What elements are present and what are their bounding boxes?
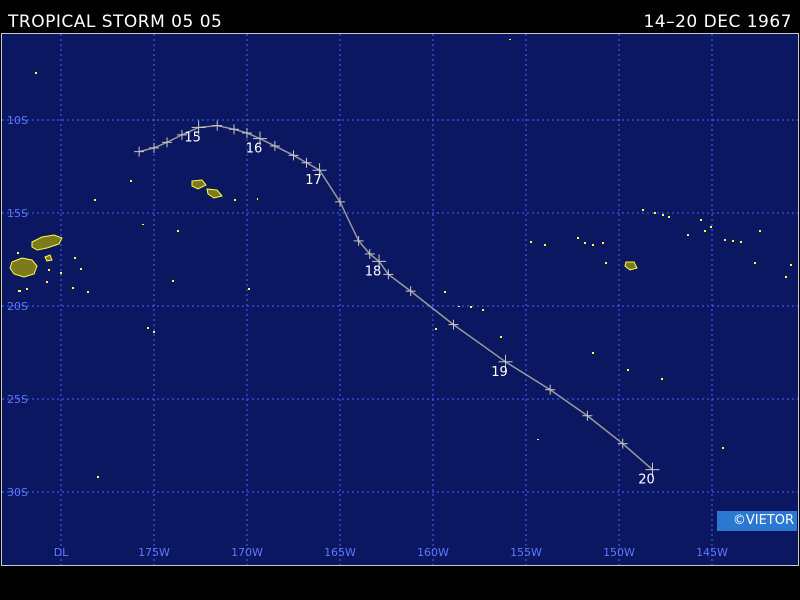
land-samoa-savaii: [191, 179, 207, 190]
day-label: 20: [638, 473, 655, 488]
day-label: 19: [491, 365, 508, 380]
track-position-marker: [288, 150, 299, 161]
day-label: 16: [246, 142, 263, 157]
track-position-marker: [269, 141, 280, 152]
lon-label: DL: [54, 546, 69, 559]
track-position-marker: [228, 124, 239, 135]
lon-label: 160W: [417, 546, 449, 559]
land-masses: [9, 39, 792, 478]
date-range: 14–20 DEC 1967: [643, 12, 792, 32]
day-label: 18: [365, 264, 382, 279]
track-position-marker: [545, 384, 556, 395]
track-position-marker: [212, 120, 223, 131]
map-canvas: 15 16 17 18 19 20 10S 15S 20S 25S 30S DL 175W 170W 16…: [2, 34, 798, 565]
land-fiji-vanua-levu: [31, 234, 63, 251]
storm-track: 15 16 17 18 19 20: [134, 120, 660, 488]
lon-label: 155W: [510, 546, 542, 559]
lon-label: 145W: [696, 546, 728, 559]
lat-label: 20S: [7, 300, 28, 313]
lon-label: 150W: [603, 546, 635, 559]
lat-label: 15S: [7, 207, 28, 220]
track-position-marker: [149, 142, 159, 153]
day-label: 17: [305, 173, 322, 188]
small-islands: [17, 39, 792, 478]
track-position-marker: [162, 137, 173, 148]
lon-label: 170W: [231, 546, 263, 559]
lat-label: 25S: [7, 393, 28, 406]
lat-label: 30S: [7, 486, 28, 499]
track-position-marker: [134, 146, 145, 157]
land-fiji-islet: [44, 254, 53, 262]
credit-badge: ©VIETOR: [717, 511, 797, 531]
land-fiji-viti-levu: [9, 257, 38, 278]
track-position-marker: [335, 196, 345, 207]
track-line: [138, 124, 653, 471]
track-position-marker: [301, 157, 312, 168]
day-label: 15: [184, 130, 201, 145]
lat-lon-grid: [2, 34, 798, 565]
track-map: 15 16 17 18 19 20 10S 15S 20S 25S 30S DL 175W 170W 16…: [1, 33, 799, 566]
lon-label: 165W: [324, 546, 356, 559]
land-tahiti: [624, 261, 638, 271]
lat-label: 10S: [7, 114, 28, 127]
track-position-marker: [242, 128, 252, 139]
land-samoa-upolu: [206, 188, 223, 199]
storm-title: TROPICAL STORM 05 05: [8, 12, 223, 32]
lon-label: 175W: [138, 546, 170, 559]
